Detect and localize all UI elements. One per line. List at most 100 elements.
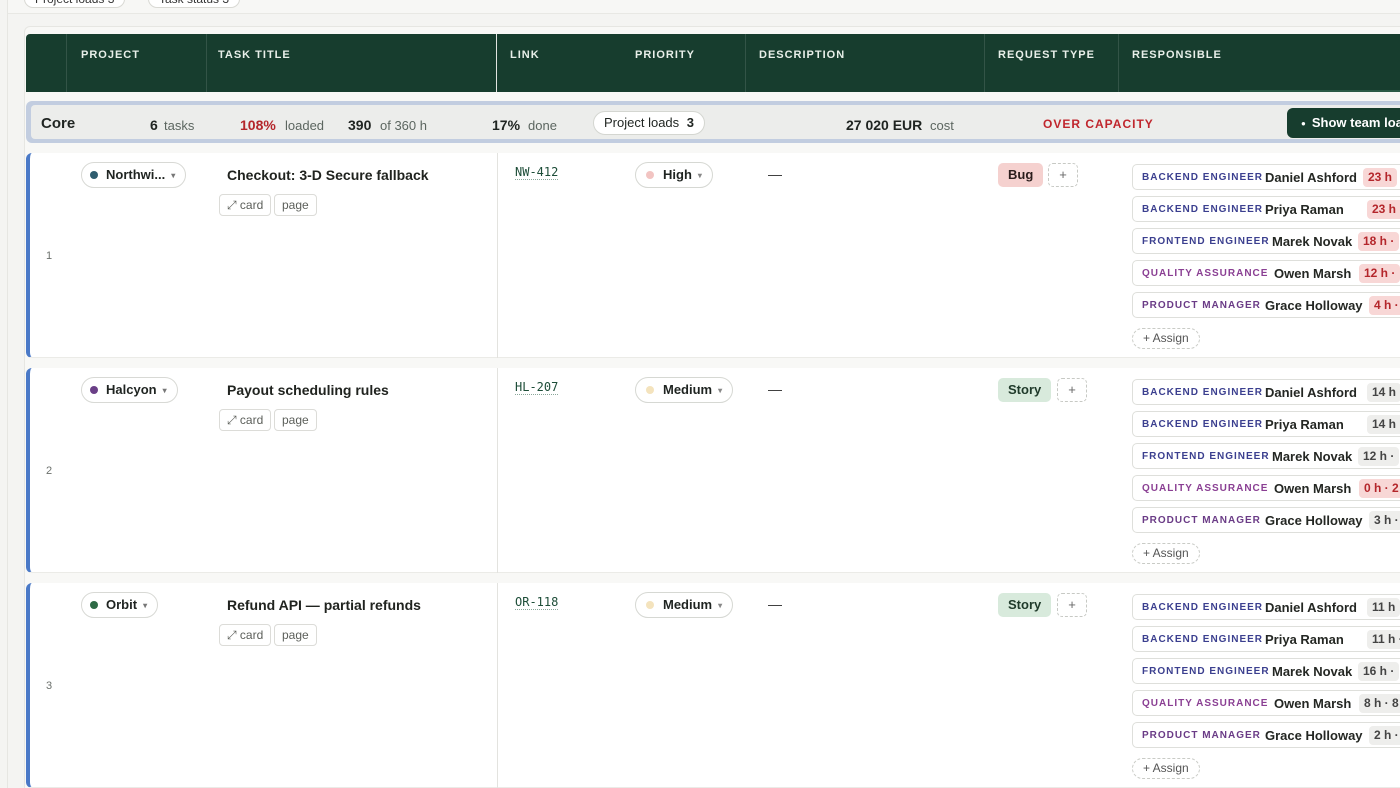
task-title[interactable]: Refund API — partial refunds xyxy=(227,597,421,613)
priority-label: Medium xyxy=(663,597,713,612)
add-request-type-button[interactable]: + xyxy=(1057,378,1087,402)
assignee-chip[interactable]: BACKEND ENGINEERPriya Raman 14 h · 8 xyxy=(1132,411,1400,437)
group-loaded-label: loaded xyxy=(285,118,325,133)
assignee-chip[interactable]: BACKEND ENGINEERPriya Raman 11 h · 5 xyxy=(1132,626,1400,652)
priority-select[interactable]: Medium ▾ xyxy=(635,592,734,618)
task-link[interactable]: HL-207 xyxy=(515,380,559,395)
page-tag[interactable]: page xyxy=(274,409,317,431)
project-select[interactable]: Orbit ▾ xyxy=(81,592,159,618)
priority-select[interactable]: High ▾ xyxy=(635,162,713,188)
assignee-chip[interactable]: BACKEND ENGINEER Daniel Ashford 11 h xyxy=(1132,594,1400,620)
assignee-chip[interactable]: PRODUCT MANAGER Grace Holloway 2 h · xyxy=(1132,722,1400,748)
request-type-badge[interactable]: Story xyxy=(998,593,1052,617)
chevron-down-icon: ▾ xyxy=(171,171,176,180)
assignee-chip[interactable]: QUALITY ASSURANCE Owen Marsh 0 h · 2 xyxy=(1132,475,1400,501)
page-tag[interactable]: page xyxy=(274,624,317,646)
project-color-dot xyxy=(90,601,98,609)
assignee-name: Marek Novak xyxy=(1272,664,1353,679)
table-row[interactable]: 3 Orbit ▾ Refund API — partial refunds ⤢ … xyxy=(26,583,1400,788)
assignee-hours: 18 h · xyxy=(1358,232,1400,251)
group-cost: 27 020 EUR xyxy=(846,117,923,133)
description-cell[interactable]: — xyxy=(768,596,782,612)
assignee-hours: 23 h · 3 xyxy=(1367,200,1400,219)
column-header-task-title[interactable]: TASK TITLE xyxy=(218,49,291,61)
assignee-role: FRONTEND ENGINEER xyxy=(1142,666,1270,677)
assignee-chip[interactable]: BACKEND ENGINEER Daniel Ashford 14 h xyxy=(1132,379,1400,405)
assignee-name: Daniel Ashford xyxy=(1265,170,1357,185)
group-cost-label: cost xyxy=(930,118,954,133)
task-title[interactable]: Payout scheduling rules xyxy=(227,382,389,398)
header-divider xyxy=(984,34,985,92)
column-divider xyxy=(497,583,498,788)
assignee-chip[interactable]: FRONTEND ENGINEER Marek Novak 18 h · xyxy=(1132,228,1400,254)
project-select[interactable]: Halcyon ▾ xyxy=(81,377,178,403)
assignee-name: Daniel Ashford xyxy=(1265,385,1357,400)
assignee-role: QUALITY ASSURANCE xyxy=(1142,698,1269,709)
assignee-role: PRODUCT MANAGER xyxy=(1142,730,1261,741)
assignee-hours: 11 h · 5 xyxy=(1367,630,1400,649)
assignee-chip[interactable]: PRODUCT MANAGER Grace Holloway 4 h · xyxy=(1132,292,1400,318)
bullet-icon: ● xyxy=(1301,118,1306,128)
column-header-priority[interactable]: PRIORITY xyxy=(635,49,695,61)
add-request-type-button[interactable]: + xyxy=(1057,593,1087,617)
assignee-name: Grace Holloway xyxy=(1265,298,1363,313)
assignee-chip[interactable]: FRONTEND ENGINEER Marek Novak 16 h · xyxy=(1132,658,1400,684)
page: Project loads 3 Task status 3 PROJECT TA… xyxy=(0,0,1400,788)
header-divider xyxy=(1118,34,1119,92)
capacity-status-badge: OVER CAPACITY xyxy=(1043,117,1154,131)
table-header: PROJECT TASK TITLE LINK PRIORITY DESCRIP… xyxy=(26,34,1400,92)
assignee-hours: 2 h · xyxy=(1369,726,1400,745)
group-hours-of: of 360 h xyxy=(380,118,427,133)
assignee-role: PRODUCT MANAGER xyxy=(1142,515,1261,526)
description-cell[interactable]: — xyxy=(768,166,782,182)
assignee-chip[interactable]: QUALITY ASSURANCE Owen Marsh 8 h · 8 xyxy=(1132,690,1400,716)
assignee-role: BACKEND ENGINEER xyxy=(1142,172,1264,183)
column-header-project[interactable]: PROJECT xyxy=(81,49,140,61)
priority-select[interactable]: Medium ▾ xyxy=(635,377,734,403)
card-tag[interactable]: ⤢ card xyxy=(219,409,272,431)
request-type-badge[interactable]: Bug xyxy=(998,163,1044,187)
assignee-hours: 3 h · xyxy=(1369,511,1400,530)
request-type-badge[interactable]: Story xyxy=(998,378,1052,402)
table-row[interactable]: 1 Northwi... ▾ Checkout: 3-D Secure fallb… xyxy=(26,153,1400,358)
column-header-link[interactable]: LINK xyxy=(510,49,540,61)
column-header-request-type[interactable]: REQUEST TYPE xyxy=(998,49,1095,61)
assignee-chip[interactable]: PRODUCT MANAGER Grace Holloway 3 h · xyxy=(1132,507,1400,533)
assignee-role: FRONTEND ENGINEER xyxy=(1142,451,1270,462)
header-scrollbar[interactable] xyxy=(1240,90,1400,92)
assignee-role: BACKEND ENGINEER xyxy=(1142,387,1264,398)
project-select[interactable]: Northwi... ▾ xyxy=(81,162,187,188)
assignee-chip[interactable]: QUALITY ASSURANCE Owen Marsh 12 h · xyxy=(1132,260,1400,286)
card-tag[interactable]: ⤢ card xyxy=(219,194,272,216)
column-header-responsible[interactable]: RESPONSIBLE xyxy=(1132,49,1222,61)
group-done-pct: 17% xyxy=(492,117,521,133)
filter-chip-project-loads[interactable]: Project loads 3 xyxy=(24,0,126,8)
assignee-chip[interactable]: BACKEND ENGINEER Daniel Ashford 23 h xyxy=(1132,164,1400,190)
assignee-name: Priya Raman xyxy=(1265,417,1344,432)
table-row[interactable]: 2 Halcyon ▾ Payout scheduling rules ⤢ car… xyxy=(26,368,1400,573)
task-title[interactable]: Checkout: 3-D Secure fallback xyxy=(227,167,429,183)
priority-dot xyxy=(646,171,654,179)
assignee-hours: 11 h xyxy=(1367,598,1400,617)
group-name: Core xyxy=(41,115,76,132)
assign-button[interactable]: + Assign xyxy=(1132,758,1200,779)
group-task-label: tasks xyxy=(164,118,195,133)
assign-button[interactable]: + Assign xyxy=(1132,328,1200,349)
task-link[interactable]: NW-412 xyxy=(515,165,559,180)
assignee-role: BACKEND ENGINEER xyxy=(1142,634,1264,645)
project-name: Orbit xyxy=(106,597,138,612)
group-done-label: done xyxy=(528,118,557,133)
column-header-description[interactable]: DESCRIPTION xyxy=(759,49,845,61)
page-tag[interactable]: page xyxy=(274,194,317,216)
project-loads-pill[interactable]: Project loads 3 xyxy=(593,111,706,135)
assignee-chip[interactable]: FRONTEND ENGINEER Marek Novak 12 h · xyxy=(1132,443,1400,469)
card-tag[interactable]: ⤢ card xyxy=(219,624,272,646)
assign-button[interactable]: + Assign xyxy=(1132,543,1200,564)
show-team-load-button[interactable]: ● Show team load xyxy=(1287,108,1400,138)
filter-chip-task-status[interactable]: Task status 3 xyxy=(148,0,241,8)
description-cell[interactable]: — xyxy=(768,381,782,397)
assignee-chip[interactable]: BACKEND ENGINEERPriya Raman 23 h · 3 xyxy=(1132,196,1400,222)
assignee-role: BACKEND ENGINEER xyxy=(1142,204,1264,215)
task-link[interactable]: OR-118 xyxy=(515,595,559,610)
add-request-type-button[interactable]: + xyxy=(1048,163,1078,187)
